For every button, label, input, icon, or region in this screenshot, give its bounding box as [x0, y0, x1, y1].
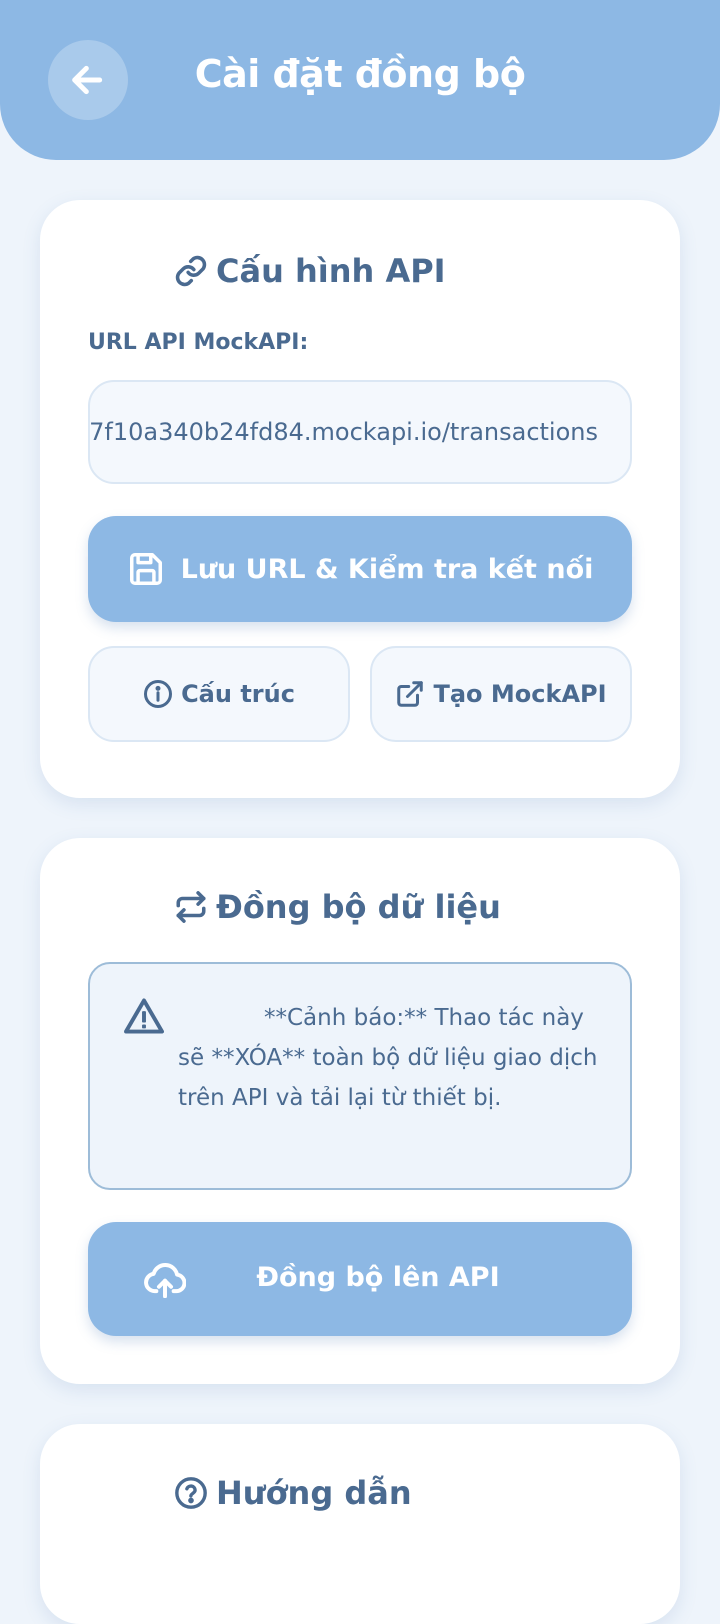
create-mockapi-label: Tạo MockAPI [433, 680, 607, 708]
info-circle-icon [144, 680, 173, 708]
api-url-value: https://6707f10a340b24fd84.mockapi.io/tr… [89, 418, 598, 446]
link-icon [175, 255, 207, 287]
save-url-label: Lưu URL & Kiểm tra kết nối [180, 553, 594, 585]
floppy-disk-icon [129, 553, 162, 585]
sync-upload-button[interactable]: Đồng bộ lên API [88, 1222, 632, 1336]
warning-triangle-icon [124, 998, 164, 1034]
api-config-title: Cấu hình API [174, 252, 446, 290]
api-url-input[interactable]: https://6707f10a340b24fd84.mockapi.io/tr… [88, 380, 632, 484]
create-mockapi-button[interactable]: Tạo MockAPI [370, 646, 632, 742]
api-config-title-text: Cấu hình API [216, 252, 446, 290]
question-circle-icon [175, 1477, 207, 1509]
page-title: Cài đặt đồng bộ [194, 52, 526, 96]
save-url-button[interactable]: Lưu URL & Kiểm tra kết nối [88, 516, 632, 622]
guide-title: Hướng dẫn [174, 1474, 412, 1512]
guide-title-text: Hướng dẫn [216, 1474, 412, 1512]
external-link-icon [397, 681, 424, 707]
guide-card: Hướng dẫn [40, 1424, 680, 1624]
app-header: Cài đặt đồng bộ [0, 0, 720, 160]
structure-button[interactable]: Cấu trúc [88, 646, 350, 742]
sync-title: Đồng bộ dữ liệu [174, 888, 501, 926]
sync-title-text: Đồng bộ dữ liệu [216, 888, 501, 926]
warning-text: **Cảnh báo:** Thao tác này sẽ **XÓA** to… [178, 1005, 598, 1111]
structure-label: Cấu trúc [181, 680, 295, 708]
sync-arrows-icon [176, 891, 206, 923]
sync-card: Đồng bộ dữ liệu **Cảnh báo:** Thao tác n… [40, 838, 680, 1384]
api-config-card: Cấu hình API URL API MockAPI: https://67… [40, 200, 680, 798]
warning-box: **Cảnh báo:** Thao tác này sẽ **XÓA** to… [88, 962, 632, 1190]
sync-upload-label: Đồng bộ lên API [256, 1262, 500, 1293]
url-label: URL API MockAPI: [88, 330, 309, 355]
